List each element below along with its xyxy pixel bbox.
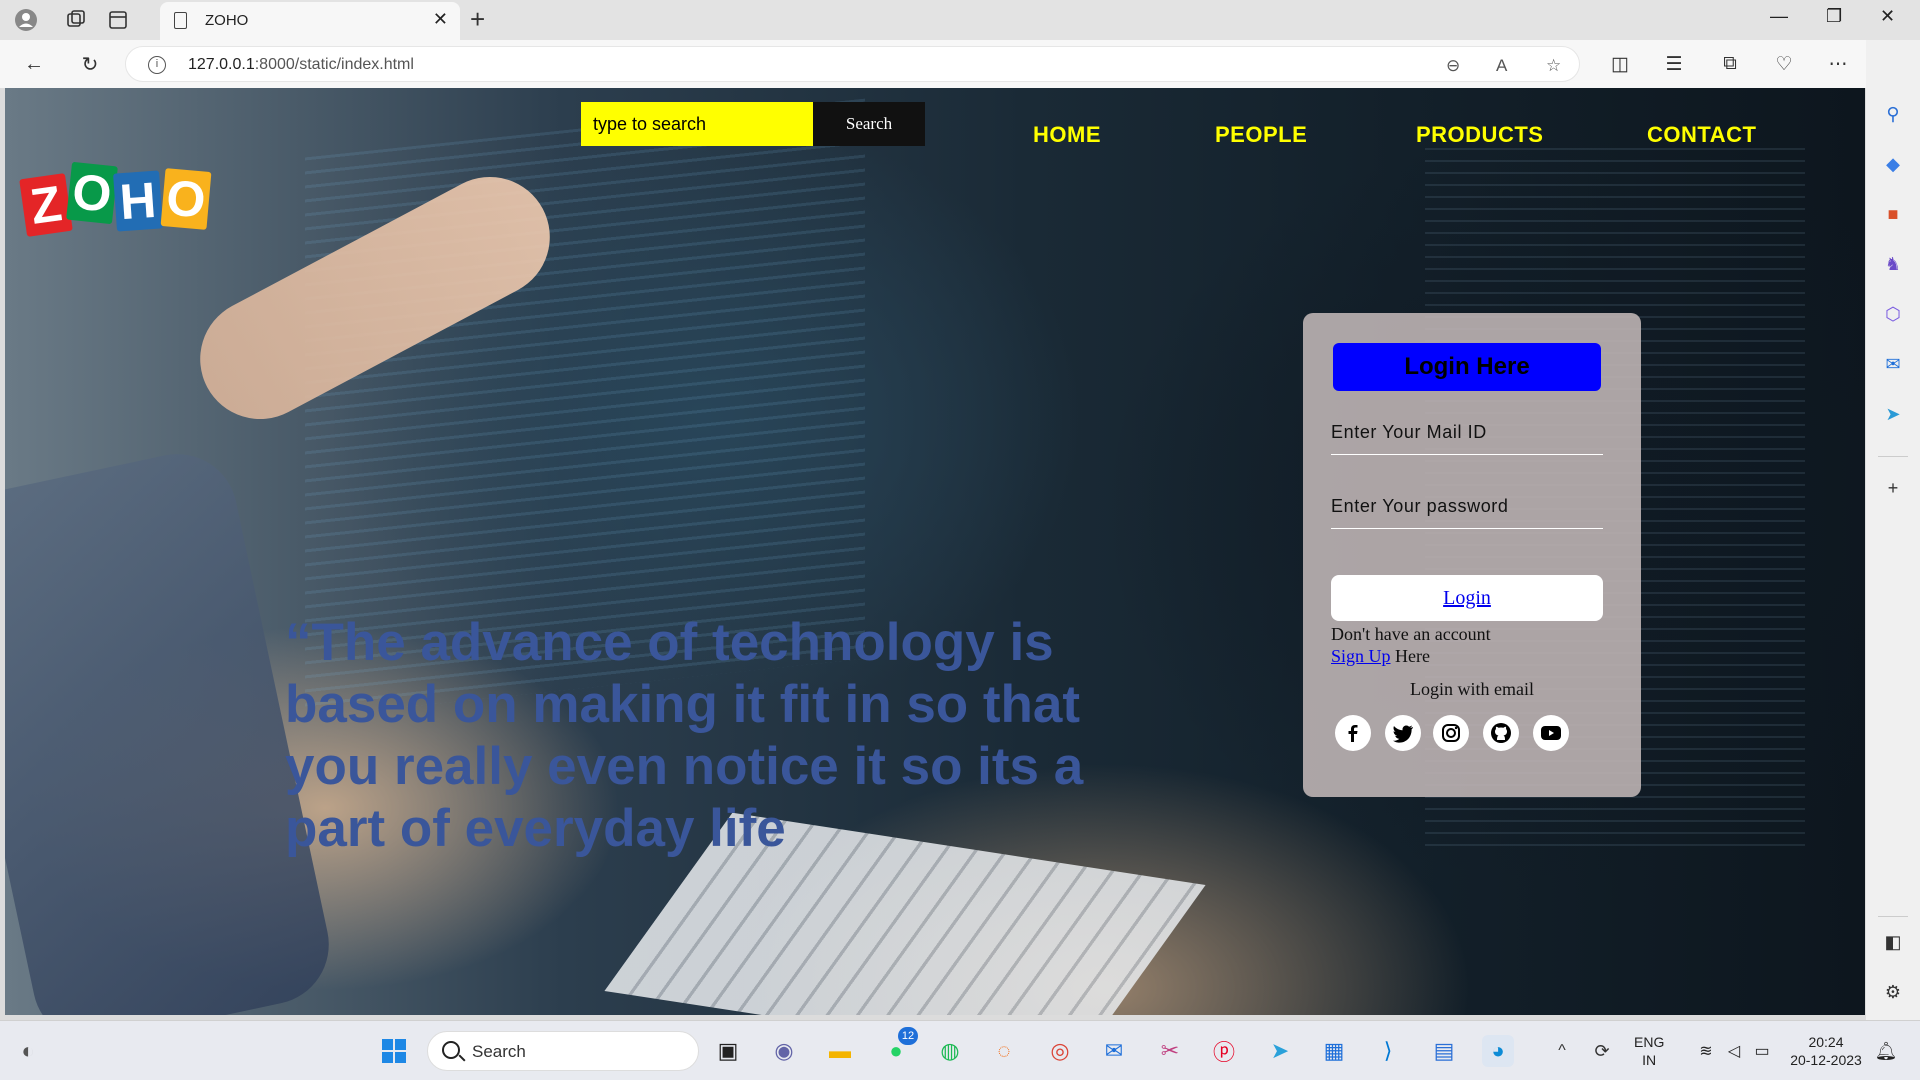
vscode-icon[interactable]: ⟩	[1372, 1035, 1404, 1067]
taskbar-search[interactable]: Search	[427, 1031, 699, 1071]
file-explorer-icon[interactable]: ▬	[824, 1035, 856, 1067]
zoho-logo[interactable]: Z O H O	[19, 154, 223, 254]
clock[interactable]: 20:24 20-12-2023	[1786, 1033, 1866, 1069]
no-account-text: Don't have an account	[1331, 624, 1491, 644]
send-icon[interactable]: ➤	[1881, 402, 1905, 426]
twitter-icon[interactable]	[1385, 715, 1421, 751]
web-page: Z O H O Search HOME PEOPLE PRODUCTS CONT…	[5, 88, 1865, 1015]
search-icon[interactable]: ⚲	[1881, 102, 1905, 126]
spotify-icon[interactable]: ◍	[934, 1035, 966, 1067]
store-icon[interactable]: ▦	[1318, 1035, 1350, 1067]
search-input[interactable]	[581, 102, 813, 146]
profile-icon[interactable]	[14, 8, 38, 32]
windows-taskbar: ◐ Search ▣ ◉ ▬ ● 12 ◍ ◌ ◎ ✉ ✂ ⓟ ➤ ▦ ⟩ ▤ …	[0, 1020, 1920, 1080]
chrome-icon[interactable]: ◎	[1044, 1035, 1076, 1067]
shopping-tag-icon[interactable]: ◆	[1881, 152, 1905, 176]
minimize-button[interactable]: —	[1770, 6, 1788, 27]
read-aloud-icon[interactable]: A	[1496, 56, 1507, 76]
login-title: Login Here	[1333, 343, 1601, 391]
battery-icon[interactable]: ▭	[1746, 1035, 1778, 1067]
favorite-star-icon[interactable]: ☆	[1546, 56, 1561, 76]
nav-people[interactable]: PEOPLE	[1215, 122, 1307, 148]
youtube-icon[interactable]	[1533, 715, 1569, 751]
browser-essentials-icon[interactable]: ♡	[1770, 50, 1798, 78]
facebook-icon[interactable]	[1335, 715, 1371, 751]
github-icon[interactable]	[1483, 715, 1519, 751]
logo-letter: O	[66, 161, 118, 225]
jupyter-icon[interactable]: ◌	[988, 1035, 1020, 1067]
whatsapp-badge: 12	[898, 1027, 918, 1045]
add-icon[interactable]: +	[1881, 476, 1905, 500]
browser-sidebar: ⚲ ◆ ■ ♞ ⬡ ✉ ➤ + ◧ ⚙	[1866, 40, 1920, 1040]
settings-gear-icon[interactable]: ⚙	[1881, 980, 1905, 1004]
mail-icon[interactable]: ✉	[1098, 1035, 1130, 1067]
more-options-icon[interactable]: ⋯	[1824, 50, 1852, 78]
address-bar[interactable]: i 127.0.0.1:8000/static/index.html ⊖ A ☆	[125, 46, 1580, 82]
email-field[interactable]	[1331, 411, 1603, 455]
logo-letter: O	[160, 168, 212, 230]
widgets-icon[interactable]: ◐	[12, 1035, 44, 1067]
nav-contact[interactable]: CONTACT	[1647, 122, 1756, 148]
logo-letter: H	[113, 170, 163, 232]
signup-suffix: Here	[1395, 646, 1430, 666]
vertical-tabs-icon[interactable]	[106, 8, 130, 32]
search-icon	[442, 1041, 460, 1059]
restore-button[interactable]: ❐	[1826, 6, 1842, 27]
outlook-icon[interactable]: ✉	[1881, 352, 1905, 376]
new-tab-button[interactable]: +	[470, 4, 485, 35]
show-hidden-icons-icon[interactable]: ^	[1546, 1035, 1578, 1067]
hide-sidebar-icon[interactable]: ◧	[1881, 930, 1905, 954]
nav-home[interactable]: HOME	[1033, 122, 1101, 148]
nav-products[interactable]: PRODUCTS	[1416, 122, 1543, 148]
url-text: 127.0.0.1:8000/static/index.html	[188, 56, 414, 73]
back-icon[interactable]: ←	[20, 50, 48, 78]
favorites-icon[interactable]: ☰	[1660, 50, 1688, 78]
logo-letter: Z	[19, 173, 73, 237]
notepad-icon[interactable]: ▤	[1428, 1035, 1460, 1067]
close-tab-icon[interactable]: ✕	[433, 9, 448, 30]
tab-title: ZOHO	[205, 12, 249, 29]
edge-icon[interactable]: ◕	[1482, 1035, 1514, 1067]
collections-icon[interactable]: ⧉	[1716, 50, 1744, 78]
language-indicator[interactable]: ENG IN	[1634, 1033, 1664, 1069]
signup-link[interactable]: Sign Up	[1331, 646, 1391, 666]
telegram-icon[interactable]: ➤	[1264, 1035, 1296, 1067]
instagram-icon[interactable]	[1433, 715, 1469, 751]
search-button[interactable]: Search	[813, 102, 925, 146]
close-window-button[interactable]: ✕	[1880, 6, 1895, 27]
task-view-icon[interactable]: ▣	[712, 1035, 744, 1067]
tools-icon[interactable]: ■	[1881, 202, 1905, 226]
password-field[interactable]	[1331, 485, 1603, 529]
teams-icon[interactable]: ◉	[768, 1035, 800, 1067]
zoom-out-icon[interactable]: ⊖	[1446, 56, 1460, 76]
signup-prompt: Don't have an account Sign Up Here	[1331, 623, 1491, 667]
workspaces-icon[interactable]	[64, 8, 88, 32]
snipping-tool-icon[interactable]: ✂	[1154, 1035, 1186, 1067]
browser-toolbar: ← ↻ i 127.0.0.1:8000/static/index.html ⊖…	[0, 40, 1920, 88]
login-button[interactable]: Login	[1331, 575, 1603, 621]
games-icon[interactable]: ♞	[1881, 252, 1905, 276]
refresh-icon[interactable]: ↻	[76, 50, 104, 78]
microsoft-365-icon[interactable]: ⬡	[1881, 302, 1905, 326]
hero-quote: “The advance of technology is based on m…	[285, 613, 1084, 858]
login-with-label: Login with email	[1410, 679, 1534, 699]
login-card: Login Here Login Don't have an account S…	[1303, 313, 1641, 797]
browser-tab-strip: ZOHO ✕ + — ❐ ✕	[0, 0, 1920, 40]
tab-zoho[interactable]: ZOHO ✕	[160, 2, 460, 40]
page-icon	[174, 12, 187, 29]
site-info-icon[interactable]: i	[148, 56, 166, 74]
sync-icon[interactable]: ⟳	[1586, 1035, 1618, 1067]
notification-bell-icon[interactable]: 🔔︎	[1870, 1035, 1902, 1067]
windows-start-icon[interactable]	[378, 1035, 410, 1067]
split-screen-icon[interactable]: ◫	[1606, 50, 1634, 78]
pinterest-icon[interactable]: ⓟ	[1208, 1035, 1240, 1067]
